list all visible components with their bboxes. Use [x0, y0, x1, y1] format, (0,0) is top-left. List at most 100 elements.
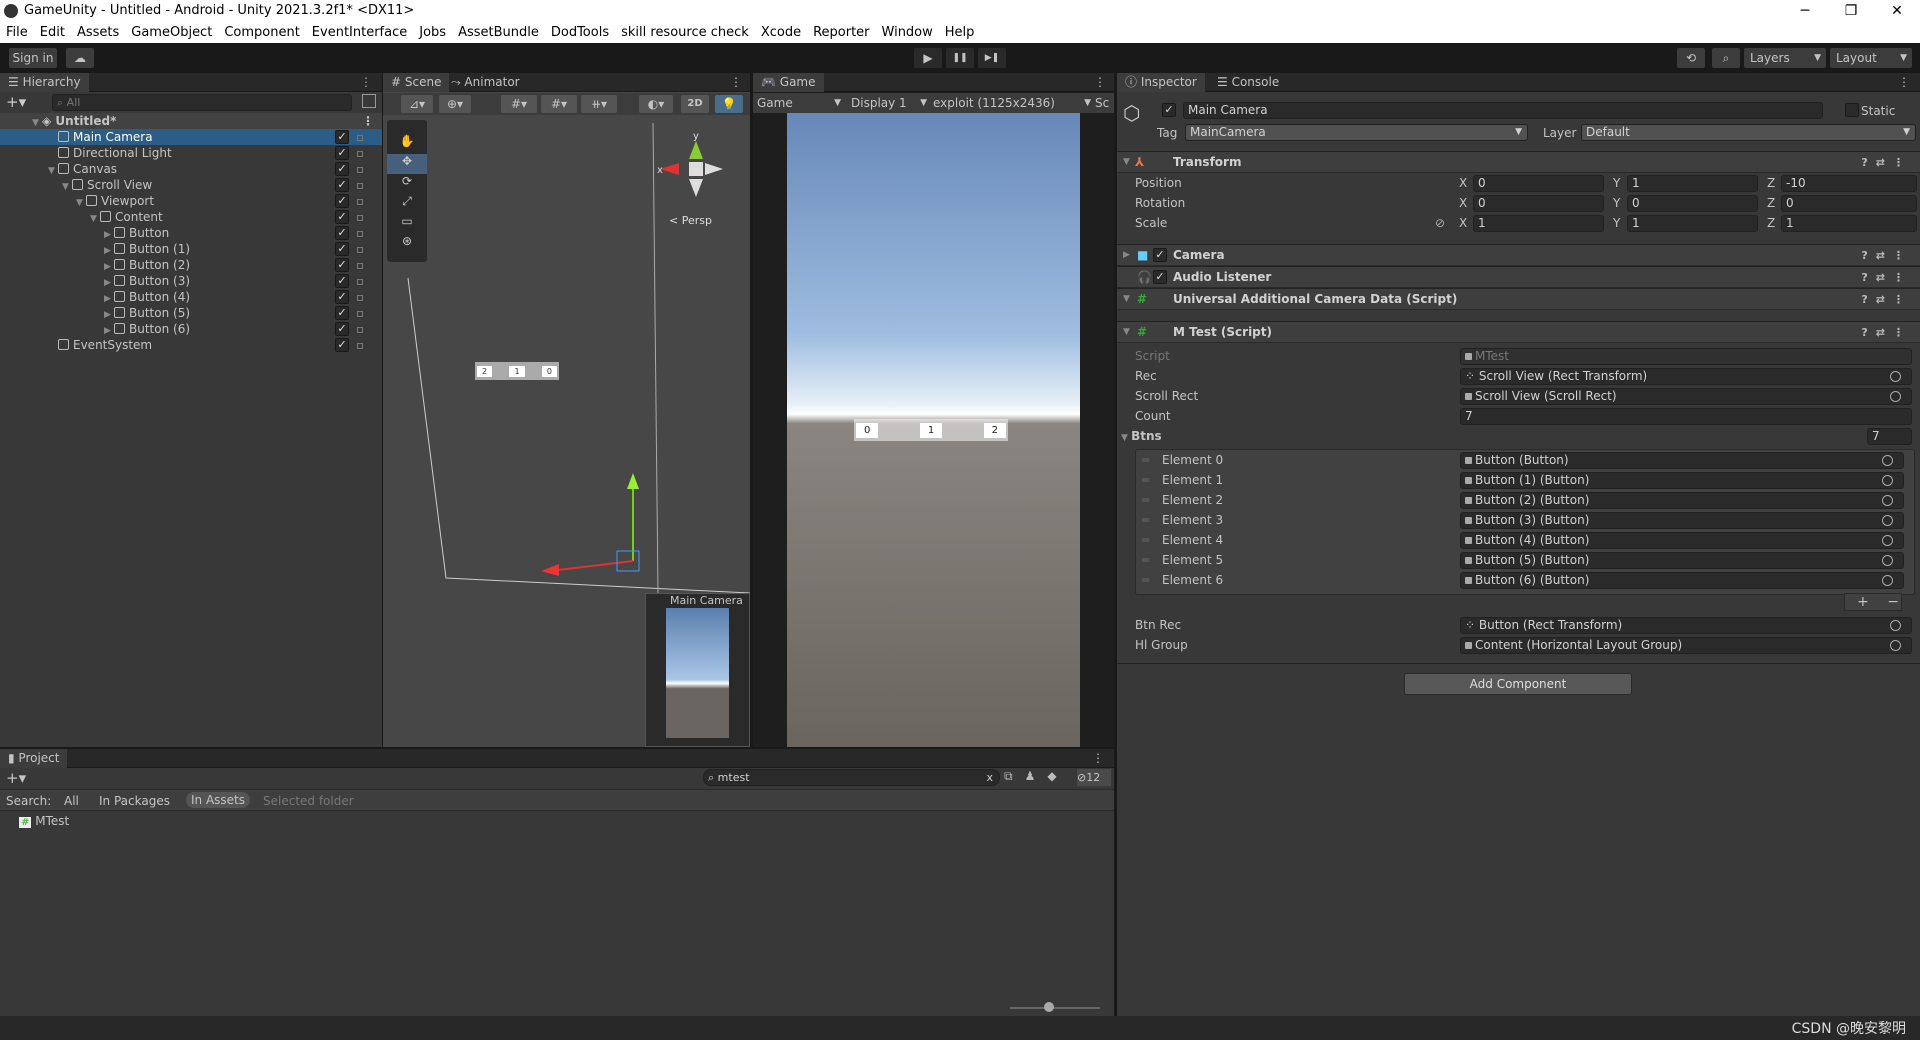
transform-header[interactable]: ▼ ⅄ Transform ?⇄⋮	[1117, 151, 1920, 173]
pickable-toggle[interactable]	[357, 135, 363, 141]
drag-handle[interactable]: ═	[1142, 453, 1149, 467]
rec-field[interactable]: ⁘ Scroll View (Rect Transform)	[1460, 368, 1912, 385]
pickable-toggle[interactable]	[357, 199, 363, 205]
pickable-toggle[interactable]	[357, 343, 363, 349]
pickable-toggle[interactable]	[357, 167, 363, 173]
hierarchy-item[interactable]: Directional Light ✓	[0, 145, 382, 161]
filter-all[interactable]: All	[64, 794, 79, 808]
visibility-toggle[interactable]: ✓	[335, 146, 349, 160]
display-dropdown[interactable]: Display 1 ▼	[851, 93, 927, 113]
count-field[interactable]: 7	[1460, 408, 1912, 425]
cloud-button[interactable]: ☁	[66, 48, 94, 68]
search-icon[interactable]: ⌕	[1712, 48, 1740, 68]
game-mode-dropdown[interactable]: Game ▼	[757, 93, 841, 113]
transform-z-input[interactable]: 0	[1781, 195, 1917, 212]
menu-item[interactable]: DodTools	[551, 25, 609, 40]
element-field[interactable]: Button (2) (Button)	[1460, 492, 1904, 509]
menu-item[interactable]: Jobs	[419, 25, 446, 40]
pickable-toggle[interactable]	[357, 263, 363, 269]
pickable-toggle[interactable]	[357, 215, 363, 221]
drag-handle[interactable]: ═	[1142, 513, 1149, 527]
element-field[interactable]: Button (3) (Button)	[1460, 512, 1904, 529]
tag-dropdown[interactable]: MainCamera ▼	[1185, 124, 1528, 141]
scale-slider-label[interactable]: Sc	[1095, 93, 1109, 113]
hierarchy-search-input[interactable]: ⌕ All	[52, 94, 352, 111]
visibility-toggle[interactable]: ✓	[335, 338, 349, 352]
menu-item[interactable]: Reporter	[813, 25, 869, 40]
icon-size-slider[interactable]	[1010, 1002, 1100, 1012]
visibility-toggle[interactable]: ✓	[335, 226, 349, 240]
hierarchy-item[interactable]: ▶ Button ✓	[0, 225, 382, 241]
drag-handle[interactable]: ═	[1142, 493, 1149, 507]
pickable-toggle[interactable]	[357, 151, 363, 157]
sign-in-button[interactable]: Sign in	[9, 48, 57, 68]
create-button[interactable]: +▾	[6, 769, 26, 787]
static-checkbox[interactable]	[1845, 103, 1859, 117]
visibility-toggle[interactable]: ✓	[335, 290, 349, 304]
scroll-rect-field[interactable]: Scroll View (Scroll Rect)	[1460, 388, 1912, 405]
btn-rec-field[interactable]: ⁘ Button (Rect Transform)	[1460, 617, 1912, 634]
layers-dropdown[interactable]: Layers ▼	[1744, 48, 1826, 68]
menu-item[interactable]: Assets	[77, 25, 119, 40]
pause-button[interactable]: ❚❚	[946, 48, 974, 68]
step-button[interactable]: ▶❚	[978, 48, 1006, 68]
pickable-toggle[interactable]	[357, 247, 363, 253]
visibility-toggle[interactable]: ✓	[335, 274, 349, 288]
game-button[interactable]: 2	[983, 422, 1006, 438]
transform-x-input[interactable]: 1	[1473, 215, 1604, 232]
filter-in-assets[interactable]: In Assets	[186, 792, 251, 808]
menu-item[interactable]: Help	[945, 25, 975, 40]
lock-icon[interactable]: ⋮	[360, 75, 372, 89]
filter-selected-folder[interactable]: Selected folder	[263, 794, 354, 808]
tab-console[interactable]: ☰ Console	[1209, 73, 1287, 92]
add-element-button[interactable]: +	[1857, 594, 1869, 610]
hl-group-field[interactable]: Content (Horizontal Layout Group)	[1460, 637, 1912, 654]
minimize-button[interactable]: ─	[1782, 0, 1828, 22]
menu-item[interactable]: Edit	[40, 25, 65, 40]
persp-label[interactable]: < Persp	[669, 214, 712, 227]
pickable-toggle[interactable]	[357, 183, 363, 189]
transform-y-input[interactable]: 1	[1627, 215, 1758, 232]
visibility-toggle[interactable]: ✓	[335, 178, 349, 192]
pickable-toggle[interactable]	[357, 295, 363, 301]
visibility-toggle[interactable]: ✓	[335, 162, 349, 176]
visibility-toggle[interactable]: ✓	[335, 130, 349, 144]
transform-x-input[interactable]: 0	[1473, 175, 1604, 192]
drag-handle[interactable]: ═	[1142, 533, 1149, 547]
menu-item[interactable]: EventInterface	[312, 25, 407, 40]
audio-listener-header[interactable]: 🎧 ✓ Audio Listener ?⇄⋮	[1117, 266, 1920, 288]
hierarchy-item[interactable]: ▼ Canvas ✓	[0, 161, 382, 177]
hierarchy-item[interactable]: ▶ Button (2) ✓	[0, 257, 382, 273]
hierarchy-item[interactable]: ▶ Button (3) ✓	[0, 273, 382, 289]
pickable-toggle[interactable]	[357, 311, 363, 317]
layer-dropdown[interactable]: Default ▼	[1581, 124, 1916, 141]
menu-item[interactable]: Xcode	[761, 25, 801, 40]
resolution-dropdown[interactable]: exploit (1125x2436) ▼	[933, 93, 1091, 113]
add-button[interactable]: +▾	[6, 93, 26, 111]
visibility-toggle[interactable]: ✓	[335, 258, 349, 272]
hierarchy-item[interactable]: ▶ Button (6) ✓	[0, 321, 382, 337]
project-result-item[interactable]: # MTest	[19, 814, 69, 828]
remove-element-button[interactable]: −	[1887, 594, 1899, 610]
pickable-toggle[interactable]	[357, 279, 363, 285]
constrain-proportions-icon[interactable]: ⊘	[1435, 216, 1445, 230]
transform-x-input[interactable]: 0	[1473, 195, 1604, 212]
drag-handle[interactable]: ═	[1142, 573, 1149, 587]
menu-item[interactable]: File	[6, 25, 28, 40]
scene-button[interactable]: 2	[477, 365, 493, 377]
element-field[interactable]: Button (Button)	[1460, 452, 1904, 469]
hidden-packages-toggle[interactable]: ⊘12	[1077, 769, 1111, 786]
drag-handle[interactable]: ═	[1142, 553, 1149, 567]
play-button[interactable]: ▶	[914, 48, 942, 68]
tab-inspector[interactable]: ⓘ Inspector	[1117, 73, 1205, 92]
hierarchy-item[interactable]: ▼ Viewport ✓	[0, 193, 382, 209]
x-axis-handle[interactable]	[557, 560, 634, 571]
filter-in-packages[interactable]: In Packages	[99, 794, 170, 808]
drag-handle[interactable]: ═	[1142, 473, 1149, 487]
scene-menu-icon[interactable]: ⋮	[362, 113, 374, 129]
lock-icon[interactable]: ⋮	[1898, 75, 1910, 89]
visibility-toggle[interactable]: ✓	[335, 194, 349, 208]
mtest-header[interactable]: ▼ # M Test (Script) ?⇄⋮	[1117, 321, 1920, 343]
menu-item[interactable]: GameObject	[131, 25, 212, 40]
hierarchy-item[interactable]: ▶ Button (1) ✓	[0, 241, 382, 257]
